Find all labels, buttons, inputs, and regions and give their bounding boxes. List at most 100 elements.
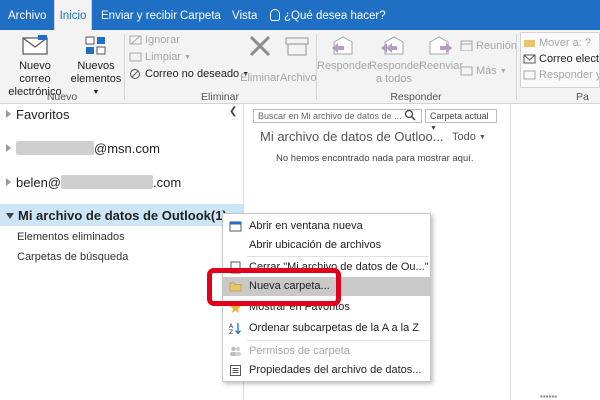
new-email-icon xyxy=(22,35,48,55)
account-node-1[interactable]: @msn.com xyxy=(6,141,160,156)
delete-label: Eliminar xyxy=(240,72,280,84)
lightbulb-icon xyxy=(270,9,280,21)
menu-separator xyxy=(247,340,429,341)
reply-all-label-1: Responder xyxy=(369,60,423,72)
meeting-label: Reunión xyxy=(476,40,517,52)
menu-item-open-new-window[interactable]: Abrir en ventana nueva xyxy=(223,217,430,236)
group-label-responder: Responder xyxy=(390,91,442,103)
highlight-callout xyxy=(207,268,341,306)
properties-icon xyxy=(230,365,241,376)
pane-divider xyxy=(510,104,511,400)
reply-label: Responder xyxy=(317,60,371,72)
menu-item-open-file-location[interactable]: Abrir ubicación de archivos xyxy=(223,236,430,255)
datafile-label: Mi archivo de datos de Outlook(1) xyxy=(18,208,227,223)
archive-icon xyxy=(285,37,309,56)
reply-icon xyxy=(332,36,353,55)
quick-step-reply-delete[interactable]: Responder y e xyxy=(523,69,599,81)
archive-label: Archivo xyxy=(280,72,317,84)
ignore-button[interactable]: Ignorar xyxy=(129,34,180,46)
reply-button[interactable]: Responder xyxy=(317,34,371,73)
new-email-button[interactable]: Nuevo correo electrónico xyxy=(4,34,66,99)
junk-icon xyxy=(130,69,140,79)
menu-bar: Archivo Inicio Enviar y recibir Carpeta … xyxy=(0,0,600,30)
archive-button[interactable]: Archivo xyxy=(280,34,317,85)
svg-text:Z: Z xyxy=(229,329,233,335)
reply-all-icon xyxy=(381,36,404,55)
new-items-button[interactable]: Nuevos elementos ▼ xyxy=(70,34,122,99)
search-input[interactable]: Buscar en Mi archivo de datos de ... xyxy=(253,109,422,123)
expand-arrow-icon xyxy=(6,110,11,118)
forward-button[interactable]: Reenviar xyxy=(419,34,464,73)
tab-vista[interactable]: Vista xyxy=(232,0,257,30)
search-icon[interactable] xyxy=(404,109,416,121)
group-label-nuevo: Nuevo xyxy=(46,91,78,103)
menu-item-label: Abrir ubicación de archivos xyxy=(249,239,382,251)
tab-inicio[interactable]: Inicio xyxy=(54,0,92,30)
redacted-text xyxy=(16,141,94,155)
menu-item-folder-permissions[interactable]: Permisos de carpeta xyxy=(223,342,430,361)
footer-fragment: ▪▪▪▪▪▪ xyxy=(540,392,558,400)
quick-steps-gallery: Mover a: ? Correo electró Responder y e xyxy=(520,32,600,88)
collapse-pane-icon[interactable]: ❮ xyxy=(229,106,237,117)
forward-icon xyxy=(429,36,452,55)
more-button[interactable]: Más ▼ xyxy=(460,65,507,77)
menu-item-datafile-properties[interactable]: Propiedades del archivo de datos... xyxy=(223,361,430,380)
clean-label: Limpiar xyxy=(145,51,182,63)
empty-state-message: No hemos encontrado nada para mostrar aq… xyxy=(276,153,474,164)
quick-step-email-label: Correo electró xyxy=(539,53,599,65)
ignore-label: Ignorar xyxy=(145,34,180,46)
ribbon: Nuevo correo electrónico Nuevos elemento… xyxy=(0,30,600,104)
menu-item-label: Propiedades del archivo de datos... xyxy=(249,364,422,376)
menu-separator xyxy=(247,256,429,257)
tab-carpeta[interactable]: Carpeta xyxy=(180,0,221,30)
favorites-node[interactable]: Favoritos xyxy=(6,107,69,122)
collapse-arrow-icon xyxy=(6,213,14,219)
clean-button[interactable]: Limpiar ▼ xyxy=(129,51,191,63)
quick-step-email[interactable]: Correo electró xyxy=(523,53,599,65)
tab-enviar-recibir[interactable]: Enviar y recibir xyxy=(101,0,177,30)
expand-arrow-icon xyxy=(6,144,11,152)
reply-all-button[interactable]: Responder a todos xyxy=(369,34,423,86)
search-scope-value: Carpeta actual xyxy=(430,111,489,121)
meeting-icon xyxy=(460,40,473,51)
new-window-icon xyxy=(229,221,242,232)
account-1-suffix: @msn.com xyxy=(94,141,160,156)
permissions-users-icon xyxy=(230,346,241,356)
account-node-2[interactable]: belen@ .com xyxy=(6,175,181,190)
menu-item-label: Abrir en ventana nueva xyxy=(249,220,363,232)
folder-search-folders[interactable]: Carpetas de búsqueda xyxy=(17,251,128,263)
dropdown-caret-icon: ▼ xyxy=(478,134,486,141)
account-2-suffix: .com xyxy=(153,175,182,190)
search-scope-select[interactable]: Carpeta actual ▼ xyxy=(425,109,497,132)
delete-button[interactable]: Eliminar xyxy=(240,34,280,85)
clean-icon xyxy=(129,52,142,62)
group-separator xyxy=(516,34,517,100)
filter-value: Todo xyxy=(452,131,476,143)
redacted-text xyxy=(61,175,154,189)
tell-me-search[interactable]: ¿Qué desea hacer? xyxy=(270,0,386,30)
menu-item-label: Ordenar subcarpetas de la A a la Z xyxy=(249,322,419,334)
quick-step-reply-delete-label: Responder y e xyxy=(539,69,599,81)
forward-label: Reenviar xyxy=(419,60,464,72)
new-email-label-1: Nuevo correo xyxy=(19,60,51,85)
quick-step-move-to[interactable]: Mover a: ? xyxy=(523,37,591,49)
meeting-button[interactable]: Reunión xyxy=(460,40,517,52)
menu-item-sort-subfolders[interactable]: AZ Ordenar subcarpetas de la A a la Z xyxy=(223,319,430,338)
junk-label: Correo no deseado xyxy=(145,68,240,80)
quick-step-move-to-label: Mover a: ? xyxy=(539,37,591,49)
new-items-label-2-text: elementos xyxy=(70,73,122,85)
dropdown-caret-icon: ▼ xyxy=(184,54,192,61)
tell-me-label: ¿Qué desea hacer? xyxy=(284,10,386,22)
dropdown-caret-icon: ▼ xyxy=(499,68,507,75)
tab-archivo[interactable]: Archivo xyxy=(8,0,46,30)
expand-arrow-icon xyxy=(6,178,11,186)
new-items-icon xyxy=(85,36,106,55)
account-2-prefix: belen@ xyxy=(16,175,62,190)
new-items-label-1: Nuevos xyxy=(77,60,115,72)
junk-button[interactable]: Correo no deseado ▼ xyxy=(129,68,249,80)
filter-dropdown[interactable]: Todo ▼ xyxy=(452,131,486,143)
datafile-node[interactable]: Mi archivo de datos de Outlook(1) xyxy=(6,208,227,223)
menu-item-label: Permisos de carpeta xyxy=(249,345,350,357)
folder-deleted-items[interactable]: Elementos eliminados xyxy=(17,231,125,243)
more-label: Más xyxy=(476,65,497,77)
